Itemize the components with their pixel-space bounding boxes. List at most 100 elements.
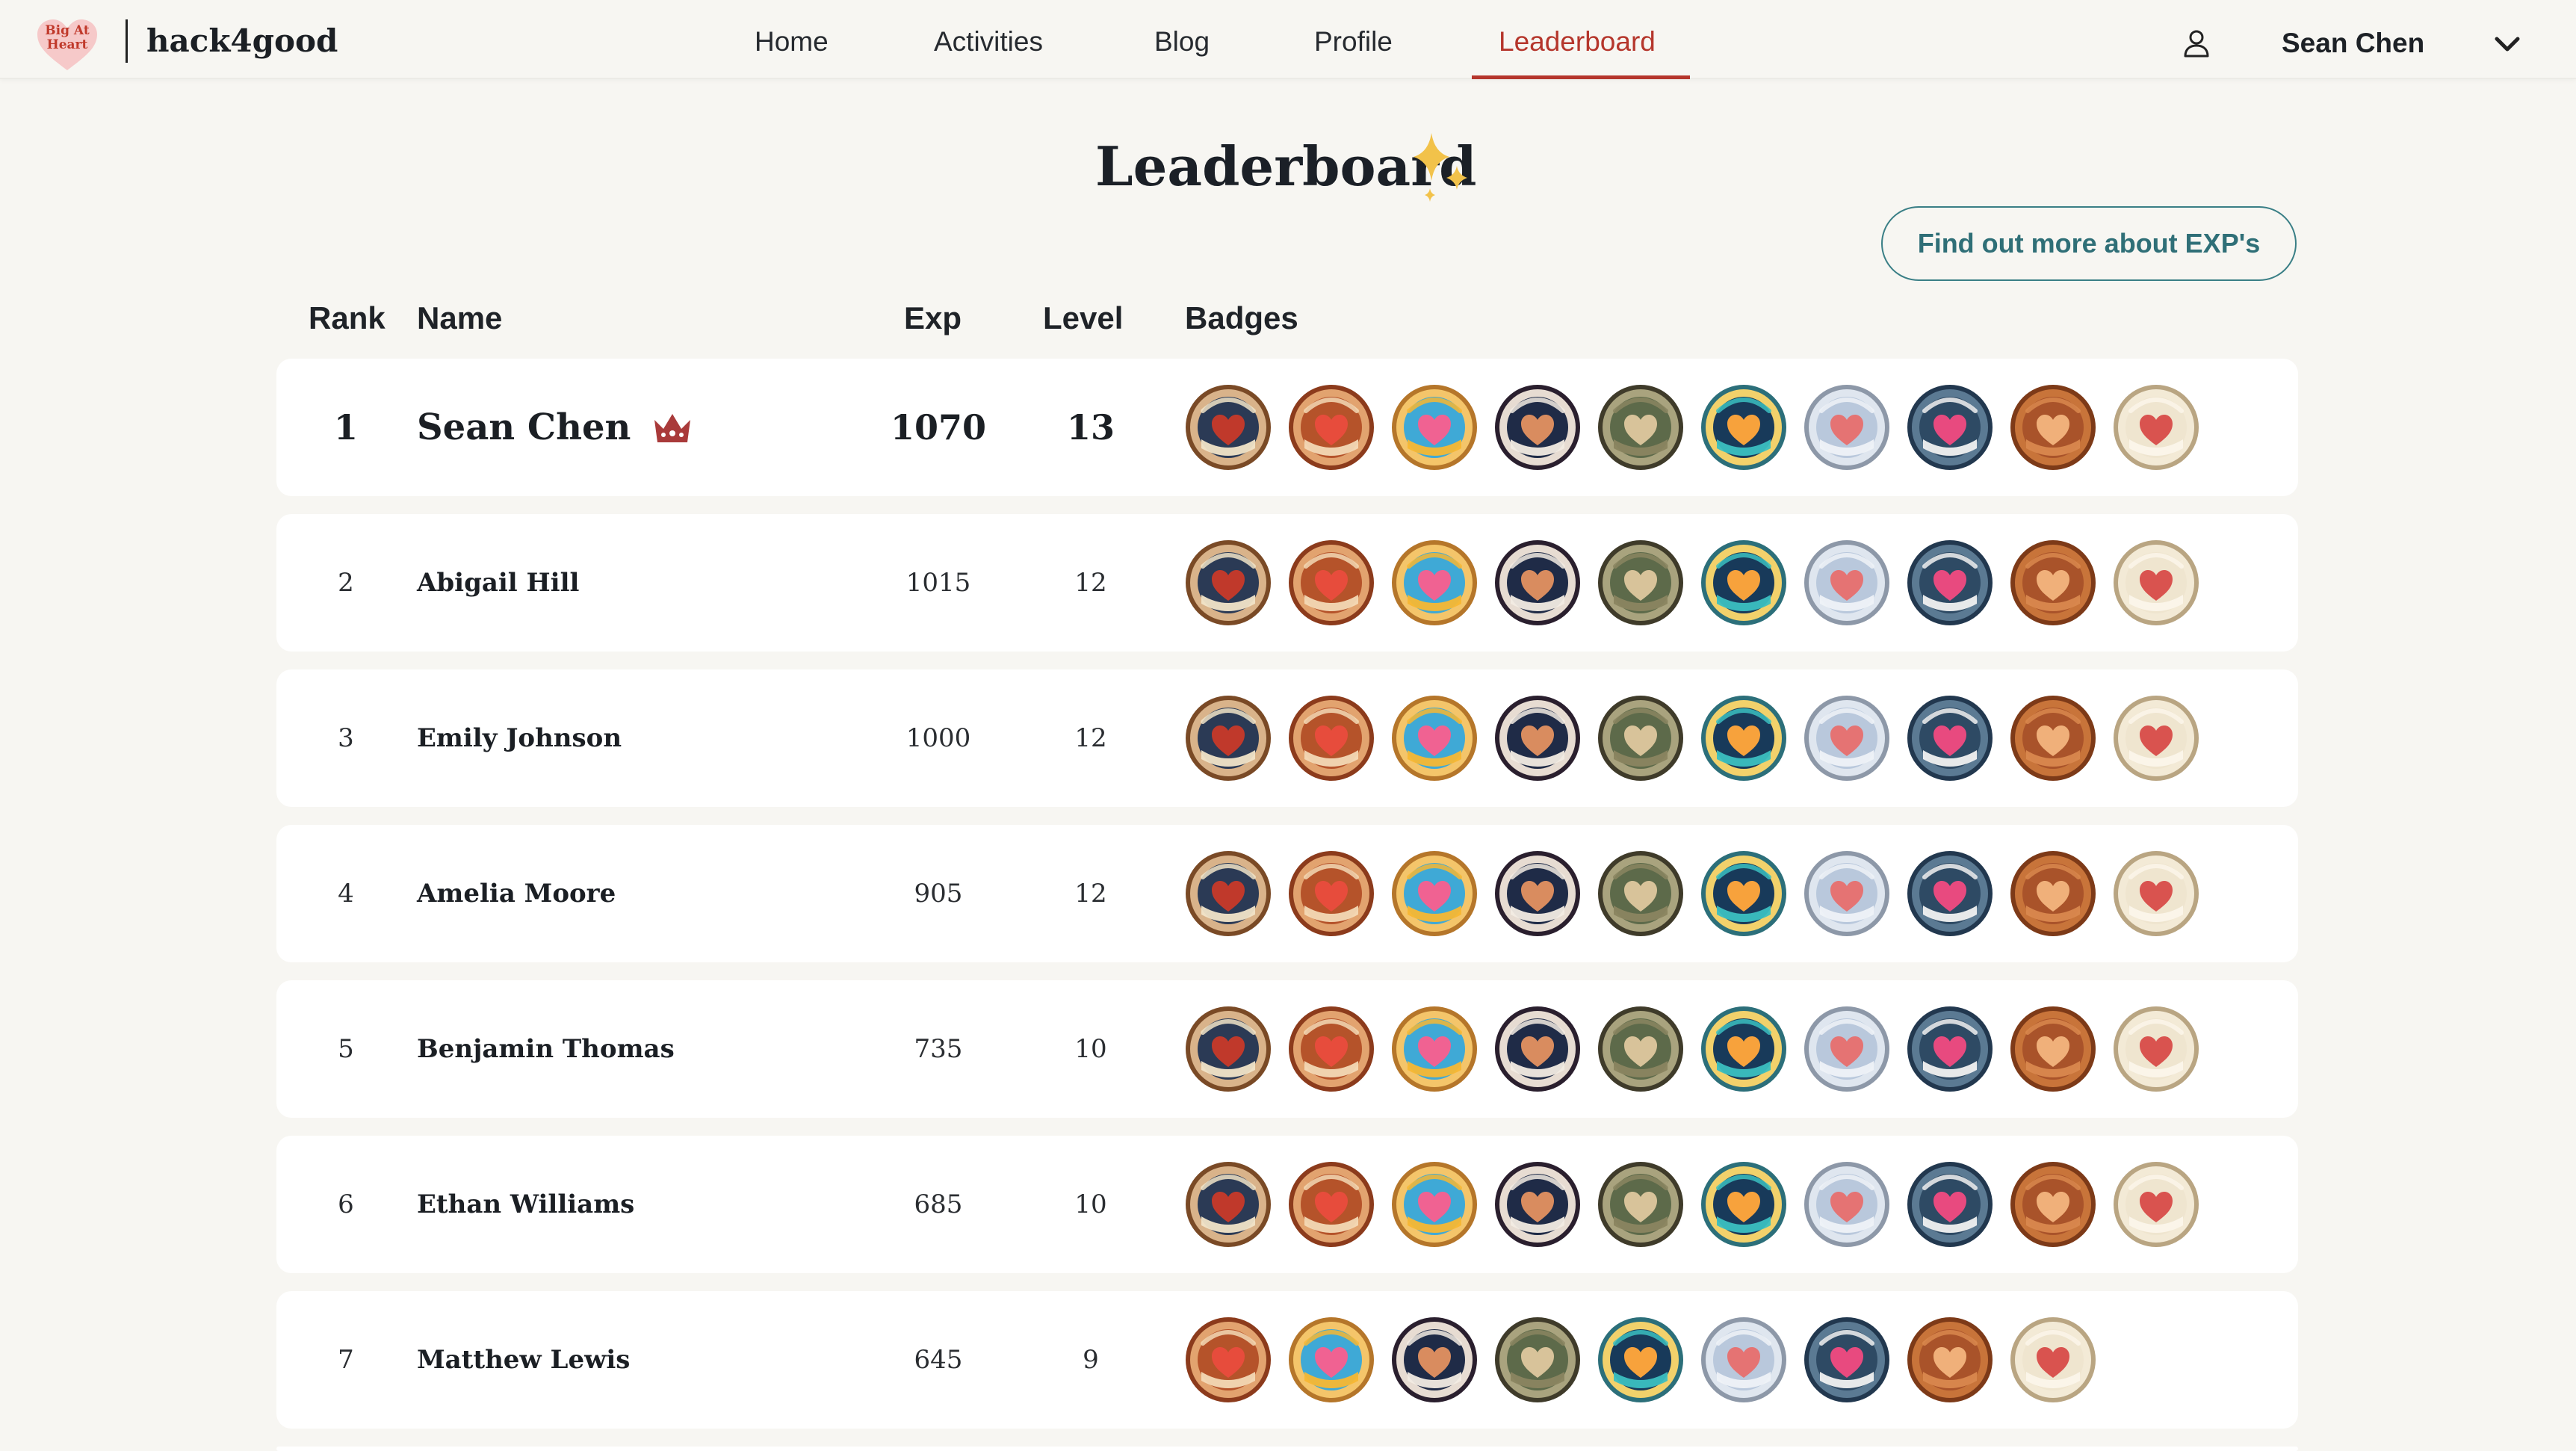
kindness-badge-icon[interactable] xyxy=(1494,1317,1581,1403)
heartfelt-explorer-badge-icon[interactable] xyxy=(1907,850,1993,937)
kindness-badge-icon[interactable] xyxy=(1597,850,1684,937)
kindness-badge-icon[interactable] xyxy=(1597,1006,1684,1092)
exp-cell: 1015 xyxy=(905,568,971,598)
leaderboard-row: 7 Matthew Lewis 645 9 xyxy=(276,1291,2298,1429)
kindness-badge-icon[interactable] xyxy=(1597,695,1684,782)
nav-home[interactable]: Home xyxy=(755,24,829,60)
warm-hearted-badge-icon[interactable] xyxy=(1288,1161,1375,1248)
header-rank: Rank xyxy=(309,300,386,335)
joyful-badge-icon[interactable] xyxy=(1288,1317,1375,1403)
gratitude-badge-icon[interactable] xyxy=(2010,850,2096,937)
rank-cell: 7 xyxy=(338,1345,354,1375)
radiant-badge-icon[interactable] xyxy=(1700,1006,1787,1092)
warm-hearted-badge-icon[interactable] xyxy=(1288,539,1375,626)
tender-level-badge-icon[interactable] xyxy=(2113,539,2199,626)
kindness-badge-icon[interactable] xyxy=(1597,539,1684,626)
tender-level-badge-icon[interactable] xyxy=(2113,1006,2199,1092)
heartfelt-explorer-badge-icon[interactable] xyxy=(1907,1006,1993,1092)
name-cell: Abigail Hill xyxy=(417,568,580,598)
trailblazer-badge-icon[interactable] xyxy=(1494,539,1581,626)
kindness-badge-icon[interactable] xyxy=(1597,1161,1684,1248)
find-out-more-exp-button[interactable]: Find out more about EXP's xyxy=(1881,206,2297,281)
user-name[interactable]: Sean Chen xyxy=(2282,25,2424,61)
nav-blog[interactable]: Blog xyxy=(1154,24,1210,60)
gratitude-badge-icon[interactable] xyxy=(1907,1317,1993,1403)
user-icon[interactable] xyxy=(2182,28,2211,58)
empathy-level-badge-icon[interactable] xyxy=(1803,850,1890,937)
heartfelt-explorer-badge-icon[interactable] xyxy=(1907,1161,1993,1248)
empathy-level-badge-icon[interactable] xyxy=(1803,539,1890,626)
warm-hearted-badge-icon[interactable] xyxy=(1288,1006,1375,1092)
empathy-level-badge-icon[interactable] xyxy=(1803,1161,1890,1248)
badge-list xyxy=(1185,850,2216,937)
champion-badge-icon[interactable] xyxy=(1185,384,1272,471)
kindness-badge-icon[interactable] xyxy=(1597,384,1684,471)
empathy-level-badge-icon[interactable] xyxy=(1803,695,1890,782)
exp-cell: 1000 xyxy=(905,723,971,753)
warm-hearted-badge-icon[interactable] xyxy=(1288,384,1375,471)
warm-hearted-badge-icon[interactable] xyxy=(1288,695,1375,782)
joyful-badge-icon[interactable] xyxy=(1391,539,1478,626)
champion-badge-icon[interactable] xyxy=(1185,1161,1272,1248)
chevron-down-icon[interactable] xyxy=(2492,31,2522,57)
trailblazer-badge-icon[interactable] xyxy=(1494,695,1581,782)
joyful-badge-icon[interactable] xyxy=(1391,695,1478,782)
heartfelt-explorer-badge-icon[interactable] xyxy=(1803,1317,1890,1403)
badge-list xyxy=(1185,695,2216,782)
trailblazer-badge-icon[interactable] xyxy=(1494,384,1581,471)
nav-profile[interactable]: Profile xyxy=(1314,24,1393,60)
name-cell: Ethan Williams xyxy=(417,1189,635,1219)
empathy-level-badge-icon[interactable] xyxy=(1803,384,1890,471)
brand-name[interactable]: hack4good xyxy=(146,22,338,60)
radiant-badge-icon[interactable] xyxy=(1700,1161,1787,1248)
warm-hearted-badge-icon[interactable] xyxy=(1185,1317,1272,1403)
empathy-level-badge-icon[interactable] xyxy=(1803,1006,1890,1092)
champion-badge-icon[interactable] xyxy=(1185,539,1272,626)
level-cell: 12 xyxy=(1074,879,1107,909)
level-cell: 13 xyxy=(1066,407,1115,448)
joyful-badge-icon[interactable] xyxy=(1391,1006,1478,1092)
radiant-badge-icon[interactable] xyxy=(1700,695,1787,782)
gratitude-badge-icon[interactable] xyxy=(2010,695,2096,782)
gratitude-badge-icon[interactable] xyxy=(2010,1006,2096,1092)
big-at-heart-logo[interactable]: Big At Heart xyxy=(34,18,100,72)
tender-level-badge-icon[interactable] xyxy=(2113,384,2199,471)
champion-badge-icon[interactable] xyxy=(1185,1006,1272,1092)
joyful-badge-icon[interactable] xyxy=(1391,384,1478,471)
empathy-level-badge-icon[interactable] xyxy=(1700,1317,1787,1403)
trailblazer-badge-icon[interactable] xyxy=(1494,850,1581,937)
name-cell: Benjamin Thomas xyxy=(417,1034,675,1064)
gratitude-badge-icon[interactable] xyxy=(2010,539,2096,626)
rank-cell: 4 xyxy=(338,879,354,909)
radiant-badge-icon[interactable] xyxy=(1597,1317,1684,1403)
level-cell: 9 xyxy=(1083,1345,1099,1375)
joyful-badge-icon[interactable] xyxy=(1391,850,1478,937)
champion-badge-icon[interactable] xyxy=(1185,695,1272,782)
nav-leaderboard[interactable]: Leaderboard xyxy=(1499,24,1656,60)
heartfelt-explorer-badge-icon[interactable] xyxy=(1907,384,1993,471)
leaderboard-row: 3 Emily Johnson 1000 12 xyxy=(276,669,2298,807)
leaderboard-row: 6 Ethan Williams 685 10 xyxy=(276,1136,2298,1273)
warm-hearted-badge-icon[interactable] xyxy=(1288,850,1375,937)
rank-cell: 1 xyxy=(333,407,358,448)
tender-level-badge-icon[interactable] xyxy=(2113,1161,2199,1248)
gratitude-badge-icon[interactable] xyxy=(2010,1161,2096,1248)
trailblazer-badge-icon[interactable] xyxy=(1391,1317,1478,1403)
radiant-badge-icon[interactable] xyxy=(1700,539,1787,626)
nav-activities[interactable]: Activities xyxy=(934,24,1043,60)
tender-level-badge-icon[interactable] xyxy=(2113,695,2199,782)
tender-level-badge-icon[interactable] xyxy=(2010,1317,2096,1403)
tender-level-badge-icon[interactable] xyxy=(2113,850,2199,937)
trailblazer-badge-icon[interactable] xyxy=(1494,1006,1581,1092)
gratitude-badge-icon[interactable] xyxy=(2010,384,2096,471)
heartfelt-explorer-badge-icon[interactable] xyxy=(1907,539,1993,626)
radiant-badge-icon[interactable] xyxy=(1700,850,1787,937)
level-cell: 10 xyxy=(1074,1034,1107,1064)
heartfelt-explorer-badge-icon[interactable] xyxy=(1907,695,1993,782)
exp-cell: 1070 xyxy=(890,407,987,448)
champion-badge-icon[interactable] xyxy=(1185,850,1272,937)
radiant-badge-icon[interactable] xyxy=(1700,384,1787,471)
trailblazer-badge-icon[interactable] xyxy=(1494,1161,1581,1248)
level-cell: 12 xyxy=(1074,568,1107,598)
joyful-badge-icon[interactable] xyxy=(1391,1161,1478,1248)
